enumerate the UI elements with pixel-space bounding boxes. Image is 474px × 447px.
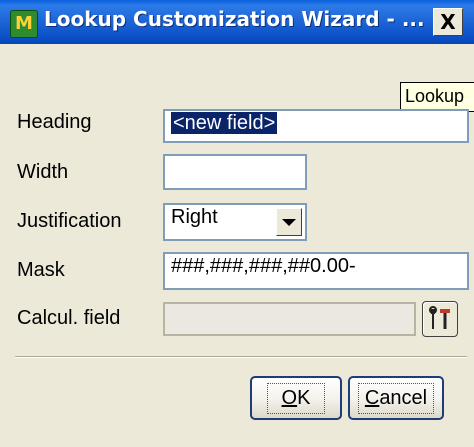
chevron-down-icon[interactable] (276, 208, 302, 236)
tools-icon (429, 306, 450, 329)
ok-button[interactable]: OK (250, 376, 342, 420)
close-button[interactable]: X (433, 8, 463, 36)
mask-value: ###,###,###,##0.00- (171, 255, 356, 277)
cancel-accelerator: C (364, 386, 380, 409)
tooltip-text: Lookup (405, 86, 465, 106)
calcul-field-label: Calcul. field (17, 307, 121, 329)
ok-accelerator: O (281, 386, 298, 409)
heading-input[interactable]: <new field> (163, 109, 469, 143)
width-input[interactable] (163, 154, 307, 190)
ok-button-label: OK (266, 382, 326, 414)
cancel-button-label: Cancel (357, 382, 435, 414)
cancel-label-rest: ancel (379, 386, 428, 409)
title-bar[interactable]: M Lookup Customization Wizard - ... X (0, 0, 474, 44)
justification-value: Right (171, 206, 218, 228)
heading-label: Heading (17, 111, 92, 133)
separator (15, 356, 467, 358)
app-icon[interactable]: M (10, 10, 38, 38)
heading-value: <new field> (171, 112, 278, 134)
tooltip: Lookup (400, 82, 474, 112)
tools-button[interactable] (422, 301, 458, 337)
ok-label-rest: K (297, 386, 311, 409)
window-title: Lookup Customization Wizard - ... (44, 7, 425, 31)
mask-input[interactable]: ###,###,###,##0.00- (163, 252, 469, 290)
close-icon: X (440, 10, 456, 34)
justification-select[interactable]: Right (163, 203, 307, 241)
cancel-button[interactable]: Cancel (348, 376, 444, 420)
justification-label: Justification (17, 210, 122, 232)
calcul-field-input (163, 302, 416, 336)
width-label: Width (17, 161, 69, 183)
mask-label: Mask (17, 259, 65, 281)
